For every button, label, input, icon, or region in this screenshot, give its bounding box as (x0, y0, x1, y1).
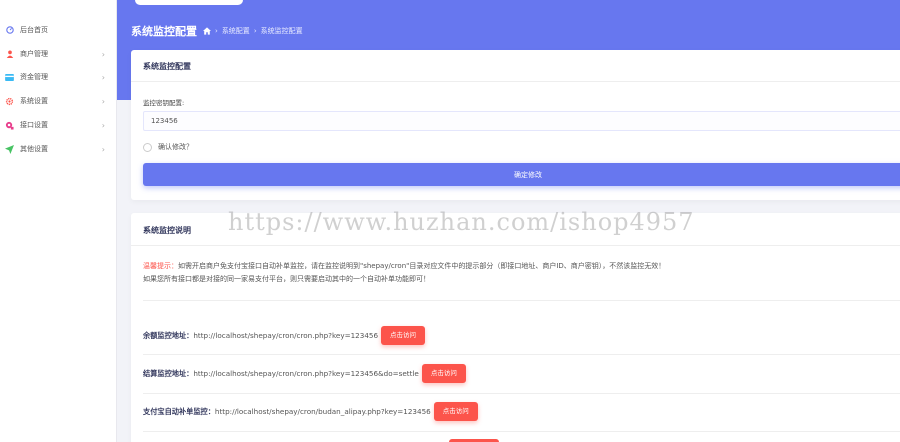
sidebar: 后台首页 商户管理 › 资金管理 › 系统设置 › 接口设置 › 其他设置 › (0, 0, 117, 442)
list-item: 余额监控地址： http://localhost/shepay/cron/cro… (143, 326, 426, 345)
send-icon (5, 144, 14, 154)
sidebar-item-funds[interactable]: 资金管理 › (0, 67, 117, 87)
chevron-right-icon: › (101, 72, 105, 82)
row-label: 余额监控地址： (143, 330, 194, 340)
breadcrumb-separator: › (215, 27, 218, 35)
description: 温馨提示：如需开启商户免支付宝接口自动补单监控，请在监控说明到"shepay/c… (143, 260, 665, 286)
row-label: 结算监控地址： (143, 368, 194, 378)
chevron-right-icon: › (101, 49, 105, 59)
watermark: https://www.huzhan.com/ishop4957 (228, 208, 695, 236)
tip-prefix: 温馨提示： (143, 262, 178, 270)
plug-icon (5, 121, 14, 130)
sidebar-item-dashboard[interactable]: 后台首页 (0, 20, 117, 40)
checkbox-label: 确认修改？ (158, 143, 193, 151)
visit-button[interactable]: 点击访问 (381, 326, 426, 345)
field-label: 监控密钥配置: (143, 99, 185, 107)
sidebar-item-label: 系统设置 (20, 97, 48, 105)
breadcrumb-item[interactable]: 系统配置 (222, 26, 250, 36)
breadcrumb: › 系统配置 › 系统监控配置 (203, 26, 303, 36)
visit-button[interactable]: 点击访问 (433, 402, 478, 421)
sidebar-item-other-settings[interactable]: 其他设置 › (0, 139, 117, 159)
row-url[interactable]: http://localhost/shepay/cron/cron.php?ke… (193, 369, 419, 378)
info-card: 系统监控说明 温馨提示：如需开启商户免支付宝接口自动补单监控，请在监控说明到"s… (131, 213, 900, 442)
divider (143, 431, 900, 432)
divider (143, 393, 900, 394)
gear-icon (5, 97, 14, 106)
config-card: 系统监控配置 监控密钥配置: 123456 确认修改？ 确定修改 (131, 50, 900, 200)
page-title: 系统监控配置 (131, 25, 197, 38)
divider (131, 245, 900, 246)
wallet-icon (5, 73, 14, 82)
chevron-right-icon: › (101, 144, 105, 154)
sidebar-item-merchants[interactable]: 商户管理 › (0, 44, 117, 64)
monitor-key-input[interactable]: 123456 (143, 111, 900, 131)
confirm-checkbox-row[interactable]: 确认修改？ (143, 142, 193, 152)
sidebar-item-label: 后台首页 (20, 26, 48, 34)
sidebar-item-label: 接口设置 (20, 121, 48, 129)
card-title: 系统监控说明 (143, 226, 191, 235)
chevron-right-icon: › (101, 120, 105, 130)
submit-button[interactable]: 确定修改 (143, 163, 900, 186)
confirm-checkbox[interactable] (143, 142, 152, 152)
sidebar-item-label: 其他设置 (20, 145, 48, 153)
row-label: 支付宝自动补单监控： (143, 406, 215, 416)
divider (143, 300, 900, 301)
sidebar-item-interface-settings[interactable]: 接口设置 › (0, 115, 117, 135)
description-line: 如需开启商户免支付宝接口自动补单监控，请在监控说明到"shepay/cron"目… (178, 262, 666, 270)
visit-button[interactable]: 点击访问 (421, 364, 466, 383)
row-url[interactable]: http://localhost/shepay/cron/cron.php?ke… (193, 331, 378, 340)
breadcrumb-separator: › (253, 27, 257, 35)
sidebar-item-label: 资金管理 (20, 73, 48, 81)
home-icon[interactable] (203, 27, 211, 35)
chevron-right-icon: › (101, 96, 105, 106)
top-search-bar[interactable] (135, 0, 243, 5)
list-item: 支付宝自动补单监控： http://localhost/shepay/cron/… (143, 402, 478, 421)
user-icon (5, 50, 14, 59)
divider (143, 354, 900, 355)
card-title: 系统监控配置 (143, 62, 191, 71)
row-url[interactable]: http://localhost/shepay/cron/budan_alipa… (215, 407, 431, 416)
dashboard-icon (5, 26, 14, 35)
description-line: 如果您所有接口都是对接的同一家易支付平台，则只需要启动其中的一个自动补单功能即可… (143, 275, 430, 283)
sidebar-item-label: 商户管理 (20, 50, 48, 58)
divider (131, 81, 900, 82)
breadcrumb-item: 系统监控配置 (260, 27, 303, 35)
sidebar-item-system-settings[interactable]: 系统设置 › (0, 91, 117, 111)
list-item: 结算监控地址： http://localhost/shepay/cron/cro… (143, 364, 466, 383)
